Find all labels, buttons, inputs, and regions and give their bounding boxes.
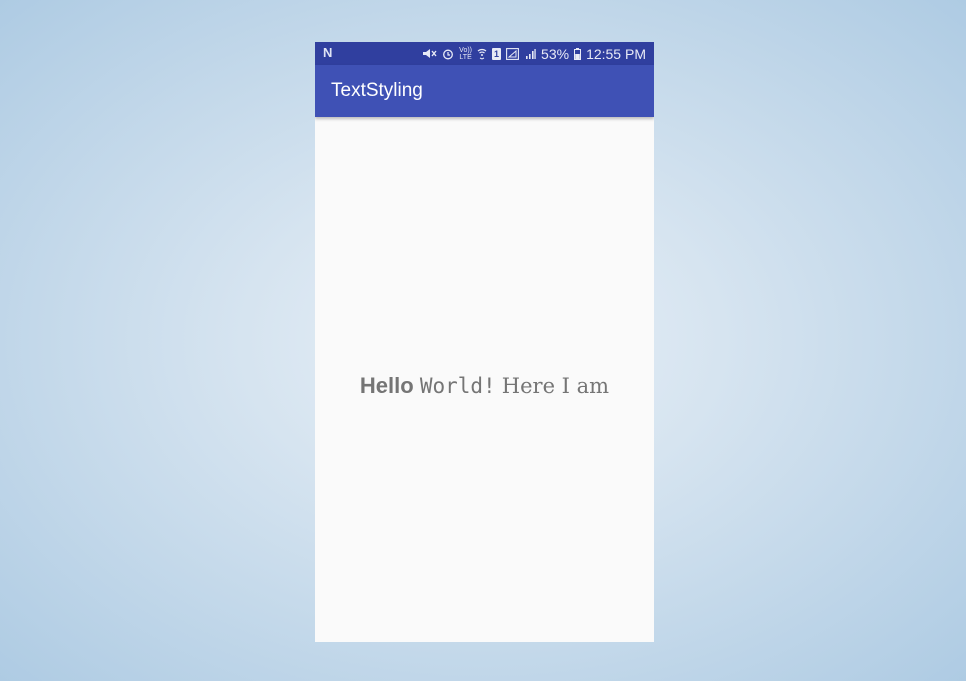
- signal-icon: [524, 48, 536, 60]
- phone-screen: N Vo)) LTE 1 53% 12:55 PM TextStyling He…: [315, 42, 654, 642]
- sim1-icon: 1: [492, 47, 502, 60]
- battery-percent: 53%: [541, 45, 570, 62]
- app-bar: TextStyling: [315, 65, 654, 117]
- bold-word: Hello: [359, 372, 414, 398]
- app-title: TextStyling: [331, 80, 423, 101]
- styled-text-view: Hello World! Here I am: [360, 373, 609, 399]
- alarm-icon: [442, 48, 454, 60]
- status-icons: Vo)) LTE 1 53% 12:55 PM: [422, 42, 646, 65]
- serif-phrase: Here I am: [501, 373, 610, 398]
- mute-icon: [422, 48, 437, 59]
- main-content: Hello World! Here I am: [315, 117, 654, 642]
- volte-icon: Vo)) LTE: [459, 47, 472, 61]
- monospace-word: World!: [419, 373, 496, 398]
- no-signal-icon: [506, 47, 519, 60]
- wifi-icon: [477, 48, 487, 60]
- battery-icon: [574, 47, 582, 60]
- volte-bottom-label: LTE: [459, 53, 472, 61]
- volte-top-label: Vo)): [459, 46, 473, 54]
- clock: 12:55 PM: [586, 45, 646, 62]
- notification-n-icon: N: [323, 45, 333, 60]
- status-bar: N Vo)) LTE 1 53% 12:55 PM: [315, 42, 654, 65]
